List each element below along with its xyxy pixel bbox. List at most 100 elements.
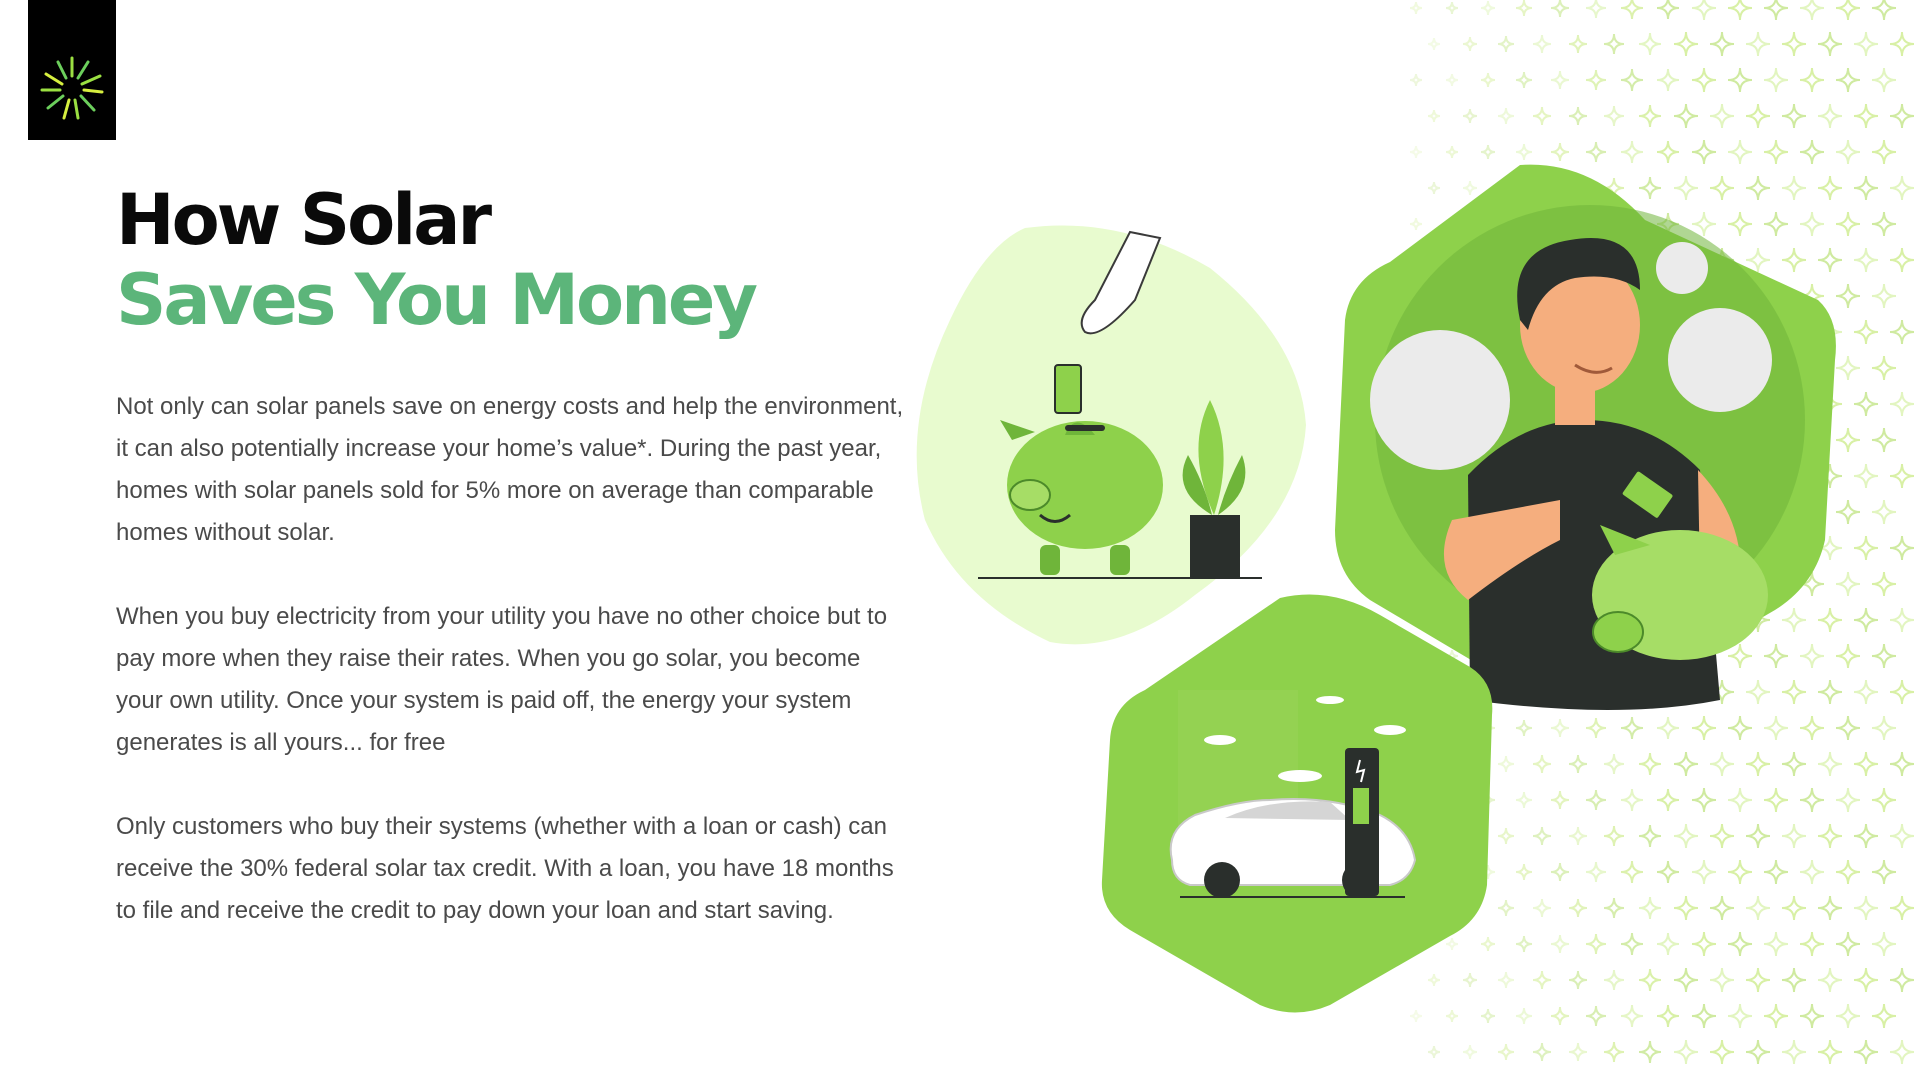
sparkle-icon bbox=[1853, 535, 1879, 561]
sparkle-icon bbox=[1532, 34, 1552, 54]
sparkle-icon bbox=[1871, 643, 1897, 669]
sparkle-icon bbox=[1871, 427, 1897, 453]
sparkle-icon bbox=[1656, 0, 1680, 20]
sparkle-icon bbox=[1853, 967, 1879, 993]
sparkle-icon bbox=[1853, 679, 1879, 705]
sparkle-icon bbox=[1853, 175, 1879, 201]
sparkle-icon bbox=[1691, 67, 1717, 93]
sparkle-icon bbox=[1889, 535, 1915, 561]
sparkle-icon bbox=[1817, 31, 1843, 57]
page-title: How Solar Saves You Money bbox=[116, 180, 758, 341]
sparkle-icon bbox=[1799, 67, 1825, 93]
illustrations bbox=[916, 164, 1836, 1013]
sparkle-icon bbox=[1727, 0, 1753, 21]
ev-charging-icon bbox=[1101, 594, 1493, 1013]
sparkle-icon bbox=[1480, 0, 1496, 16]
paragraph-3: Only customers who buy their systems (wh… bbox=[116, 813, 894, 924]
sparkle-icon bbox=[1889, 751, 1915, 777]
sparkle-icon bbox=[1871, 355, 1897, 381]
man-with-piggy-bank-icon bbox=[1335, 164, 1836, 710]
sparkle-icon bbox=[1409, 1, 1423, 15]
sparkle-icon bbox=[1673, 1039, 1699, 1065]
sparkle-icon bbox=[1638, 32, 1662, 56]
sparkle-icon bbox=[1889, 967, 1915, 993]
sparkle-icon bbox=[1445, 1, 1459, 15]
paragraph-1: Not only can solar panels save on energy… bbox=[116, 393, 904, 546]
sparkle-icon bbox=[1871, 787, 1897, 813]
sparkle-icon bbox=[1871, 715, 1897, 741]
sparkle-icon bbox=[1673, 103, 1699, 129]
sparkle-icon bbox=[1603, 1041, 1625, 1063]
sparkle-icon bbox=[1568, 1042, 1588, 1062]
sparkle-icon bbox=[1603, 33, 1625, 55]
sparkle-icon bbox=[1427, 37, 1441, 51]
sparkle-icon bbox=[1853, 247, 1879, 273]
sparkle-icon bbox=[1853, 895, 1879, 921]
sparkle-icon bbox=[1745, 103, 1771, 129]
sparkle-icon bbox=[1620, 0, 1644, 20]
sparkle-icon bbox=[1727, 67, 1753, 93]
sparkle-icon bbox=[1691, 0, 1717, 21]
paragraph-2: When you buy electricity from your utili… bbox=[116, 603, 888, 756]
sparkle-icon bbox=[1568, 106, 1588, 126]
sparkle-icon bbox=[1745, 31, 1771, 57]
sparkle-icon bbox=[1656, 68, 1680, 92]
sparkle-icon bbox=[1409, 73, 1423, 87]
sparkle-icon bbox=[1853, 463, 1879, 489]
body-text: Not only can solar panels save on energy… bbox=[116, 386, 906, 974]
sparkle-icon bbox=[1799, 0, 1825, 21]
sparkle-icon bbox=[1497, 1043, 1515, 1061]
sparkle-icon bbox=[1709, 1039, 1735, 1065]
sparkle-icon bbox=[1835, 0, 1861, 21]
sparkle-icon bbox=[1889, 679, 1915, 705]
sparkle-icon bbox=[1871, 211, 1897, 237]
piggy-bank-icon bbox=[916, 225, 1306, 645]
sparkle-icon bbox=[1817, 103, 1843, 129]
sparkle-icon bbox=[1871, 931, 1897, 957]
sparkle-icon bbox=[1585, 69, 1607, 91]
sparkle-icon bbox=[1853, 391, 1879, 417]
sparkle-icon bbox=[1889, 319, 1915, 345]
sparkle-icon bbox=[1709, 31, 1735, 57]
title-line-2: Saves You Money bbox=[116, 259, 758, 341]
sparkle-icon bbox=[1462, 36, 1478, 52]
sparkle-icon bbox=[1550, 0, 1570, 18]
sparkle-icon bbox=[1871, 139, 1897, 165]
sparkle-icon bbox=[1763, 0, 1789, 21]
sparkle-icon bbox=[1853, 103, 1879, 129]
sparkle-icon bbox=[1781, 31, 1807, 57]
sparkle-icon bbox=[1763, 67, 1789, 93]
sparkle-icon bbox=[1532, 106, 1552, 126]
sparkle-icon bbox=[1817, 1039, 1843, 1065]
sparkle-icon bbox=[1462, 1044, 1478, 1060]
sparkle-icon bbox=[1871, 1003, 1897, 1029]
sparkle-icon bbox=[1462, 108, 1478, 124]
sparkle-icon bbox=[1853, 319, 1879, 345]
sparkle-icon bbox=[1638, 1040, 1662, 1064]
sparkle-icon bbox=[1497, 107, 1515, 125]
sparkle-icon bbox=[1550, 70, 1570, 90]
sparkle-icon bbox=[1871, 571, 1897, 597]
sparkle-icon bbox=[1853, 1039, 1879, 1065]
sparkle-icon bbox=[1853, 31, 1879, 57]
sparkle-icon bbox=[1889, 103, 1915, 129]
sparkle-icon bbox=[1515, 71, 1533, 89]
sparkle-icon bbox=[1853, 607, 1879, 633]
sparkle-icon bbox=[1853, 751, 1879, 777]
sparkle-icon bbox=[1889, 31, 1915, 57]
sparkle-icon bbox=[1853, 823, 1879, 849]
sparkle-icon bbox=[1745, 1039, 1771, 1065]
sparkle-icon bbox=[1871, 499, 1897, 525]
sparkle-icon bbox=[1445, 73, 1459, 87]
sunburst-logo-icon bbox=[40, 56, 104, 120]
sparkle-icon bbox=[1497, 35, 1515, 53]
sparkle-icon bbox=[1835, 67, 1861, 93]
logo bbox=[28, 0, 116, 140]
sparkle-icon bbox=[1889, 823, 1915, 849]
sparkle-icon bbox=[1889, 175, 1915, 201]
sparkle-icon bbox=[1781, 103, 1807, 129]
sparkle-icon bbox=[1585, 0, 1607, 19]
sparkle-icon bbox=[1620, 68, 1644, 92]
sparkle-icon bbox=[1871, 859, 1897, 885]
sparkle-icon bbox=[1889, 391, 1915, 417]
